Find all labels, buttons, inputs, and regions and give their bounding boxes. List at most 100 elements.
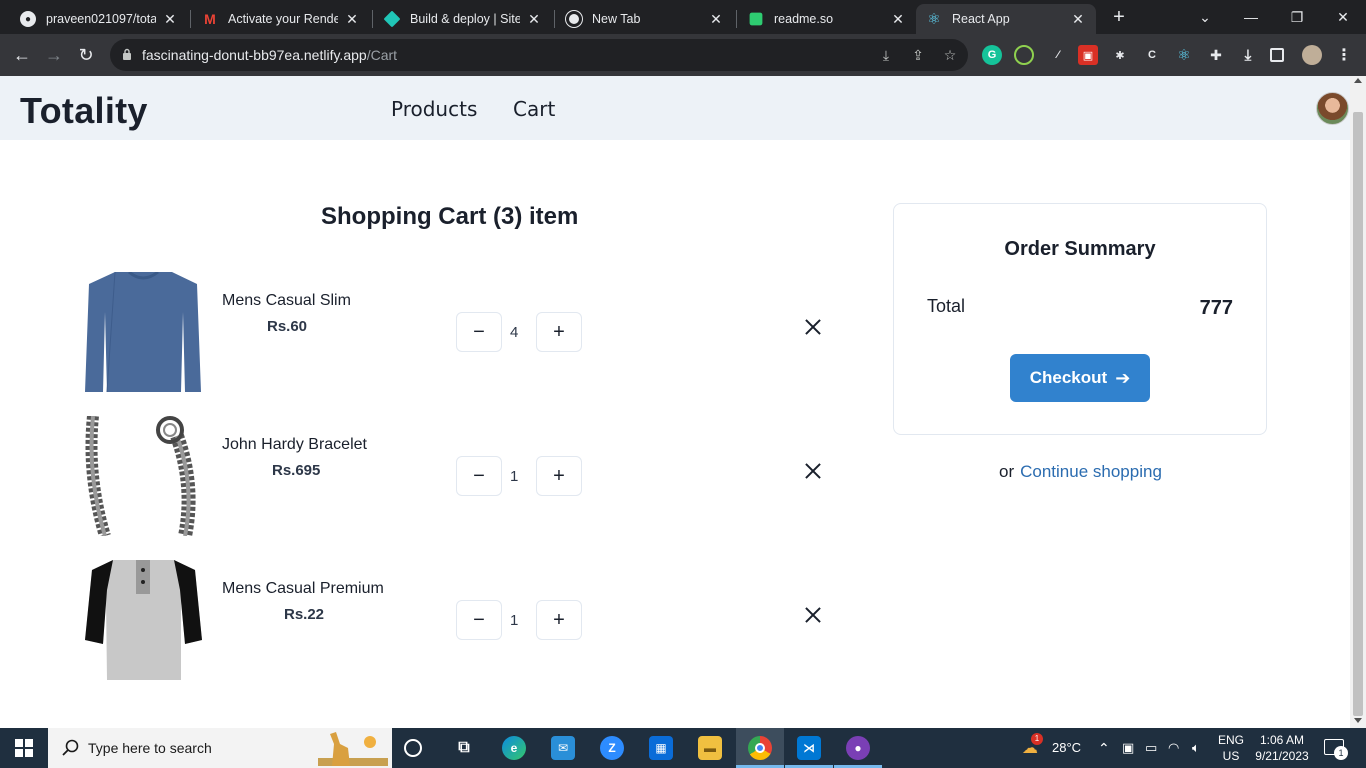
web-page: Totality Products Cart Shopping Cart (3)… [0,76,1350,728]
close-icon[interactable]: ✕ [1070,11,1086,28]
remove-item-close-icon[interactable] [804,318,822,336]
extension-c-icon[interactable]: C [1142,45,1162,65]
gmail-icon: M [204,11,216,27]
tab-search-button[interactable]: ⌄ [1182,0,1228,34]
tab-readme[interactable]: readme.so ✕ [738,4,916,34]
total-value: 777 [1199,297,1233,319]
page-scrollbar[interactable] [1350,76,1366,728]
scrollbar-thumb[interactable] [1353,112,1363,716]
remove-item-close-icon[interactable] [804,606,822,624]
brand-logo[interactable]: Totality [20,90,148,132]
order-summary-title: Order Summary [1004,238,1156,260]
close-icon[interactable]: ✕ [890,11,906,28]
quantity-value: 1 [510,612,519,629]
start-button[interactable] [0,728,48,768]
chrome-icon [566,11,582,27]
search-highlight-giraffe-icon [318,732,388,766]
grammarly-extension-icon[interactable]: G [982,45,1002,65]
remove-item-close-icon[interactable] [804,462,822,480]
back-button[interactable]: ← [10,43,34,67]
system-clock[interactable]: 1:06 AM 9/21/2023 [1250,732,1314,764]
close-icon[interactable]: ✕ [526,11,542,28]
total-label: Total [927,296,966,316]
file-explorer-icon[interactable]: ▬ [698,736,722,760]
region-code: US [1222,749,1240,763]
new-tab-button[interactable]: + [1108,6,1130,28]
react-devtools-icon[interactable]: ⚛ [1174,45,1194,65]
share-icon[interactable]: ⇪ [908,45,928,65]
product-price: Rs.695 [272,462,321,479]
profile-avatar-icon[interactable] [1302,45,1322,65]
lock-icon [123,48,131,60]
increase-quantity-button[interactable]: + [536,600,582,640]
chrome-icon[interactable] [748,736,772,760]
address-bar[interactable]: fascinating-donut-bb97ea.netlify.app/Car… [110,39,968,71]
close-icon[interactable]: ✕ [344,11,360,28]
nav-products-link[interactable]: Products [391,97,477,121]
mail-icon[interactable]: ✉ [551,736,575,760]
increase-quantity-button[interactable]: + [536,456,582,496]
language-indicator[interactable]: ENG US [1218,732,1244,764]
tab-title: Activate your Render a [228,12,338,26]
tab-new-tab[interactable]: New Tab ✕ [556,4,734,34]
zoom-icon[interactable]: Z [600,736,624,760]
battery-icon[interactable]: ▭ [1145,740,1157,756]
side-panel-icon[interactable] [1270,48,1284,62]
vscode-icon[interactable]: ⋊ [797,736,821,760]
continue-shopping-link[interactable]: Continue shopping [1020,462,1162,481]
minimize-button[interactable]: — [1228,0,1274,34]
product-image-henley [85,560,202,680]
extension-ring-icon[interactable] [1014,45,1034,65]
reload-button[interactable]: ↻ [74,43,98,67]
restore-button[interactable]: ❐ [1274,0,1320,34]
tab-title: readme.so [774,12,834,26]
github-desktop-icon[interactable]: ● [846,736,870,760]
close-icon[interactable]: ✕ [162,11,178,28]
downloads-icon[interactable]: ⤓ [1238,45,1258,65]
volume-icon[interactable]: 🔈︎ [1192,740,1200,756]
extension-red-icon[interactable]: ▣ [1078,45,1098,65]
chrome-menu-icon[interactable]: ⋮ [1334,45,1354,65]
scroll-up-arrow-icon[interactable] [1354,78,1362,83]
tab-github[interactable]: ● praveen021097/totalit ✕ [10,4,188,34]
tab-netlify[interactable]: Build & deploy | Site c ✕ [374,4,552,34]
site-navbar: Totality Products Cart [0,76,1350,140]
product-name: Mens Casual Slim [222,292,351,309]
clock-time: 1:06 AM [1259,733,1305,747]
tab-react-app[interactable]: ⚛ React App ✕ [916,4,1096,34]
quantity-value: 4 [510,324,519,341]
nav-cart-link[interactable]: Cart [513,97,555,121]
checkout-label: Checkout [1029,368,1108,387]
weather-temperature[interactable]: 28°C [1052,740,1081,755]
forward-button[interactable]: → [42,43,66,67]
order-summary-card: Order Summary Total 777 Checkout ➔ [893,203,1267,435]
decrease-quantity-button[interactable]: − [456,600,502,640]
decrease-quantity-button[interactable]: − [456,312,502,352]
window-close-button[interactable]: ✕ [1320,0,1366,34]
browser-toolbar: ← → ↻ fascinating-donut-bb97ea.netlify.a… [0,34,1366,76]
tab-gmail[interactable]: M Activate your Render a ✕ [192,4,370,34]
install-app-icon[interactable]: ⤓ [876,45,896,65]
product-name: Mens Casual Premium [222,580,384,597]
store-icon[interactable]: ▦ [649,736,673,760]
increase-quantity-button[interactable]: + [536,312,582,352]
tray-camera-icon[interactable]: ▣ [1122,740,1134,756]
cortana-icon[interactable] [404,739,422,757]
extension-pen-icon[interactable]: ⁄ [1048,45,1068,65]
scroll-down-arrow-icon[interactable] [1354,718,1362,723]
close-icon[interactable]: ✕ [708,11,724,28]
checkout-button[interactable]: Checkout ➔ [1010,354,1150,402]
decrease-quantity-button[interactable]: − [456,456,502,496]
readme-icon [749,12,763,26]
extensions-puzzle-icon[interactable]: ✚ [1206,45,1226,65]
taskbar-search-box[interactable]: Type here to search [48,728,392,768]
extension-bug-icon[interactable]: ✱ [1110,45,1130,65]
bookmark-star-icon[interactable]: ☆ [940,45,960,65]
user-avatar[interactable] [1316,92,1349,125]
wifi-icon[interactable]: ◠ [1168,740,1179,756]
task-view-icon[interactable]: ⧉ [452,736,476,760]
edge-icon[interactable]: e [502,736,526,760]
tray-chevron-up-icon[interactable]: ⌃ [1098,740,1110,757]
tab-title: New Tab [592,12,641,26]
tab-divider [190,10,191,28]
